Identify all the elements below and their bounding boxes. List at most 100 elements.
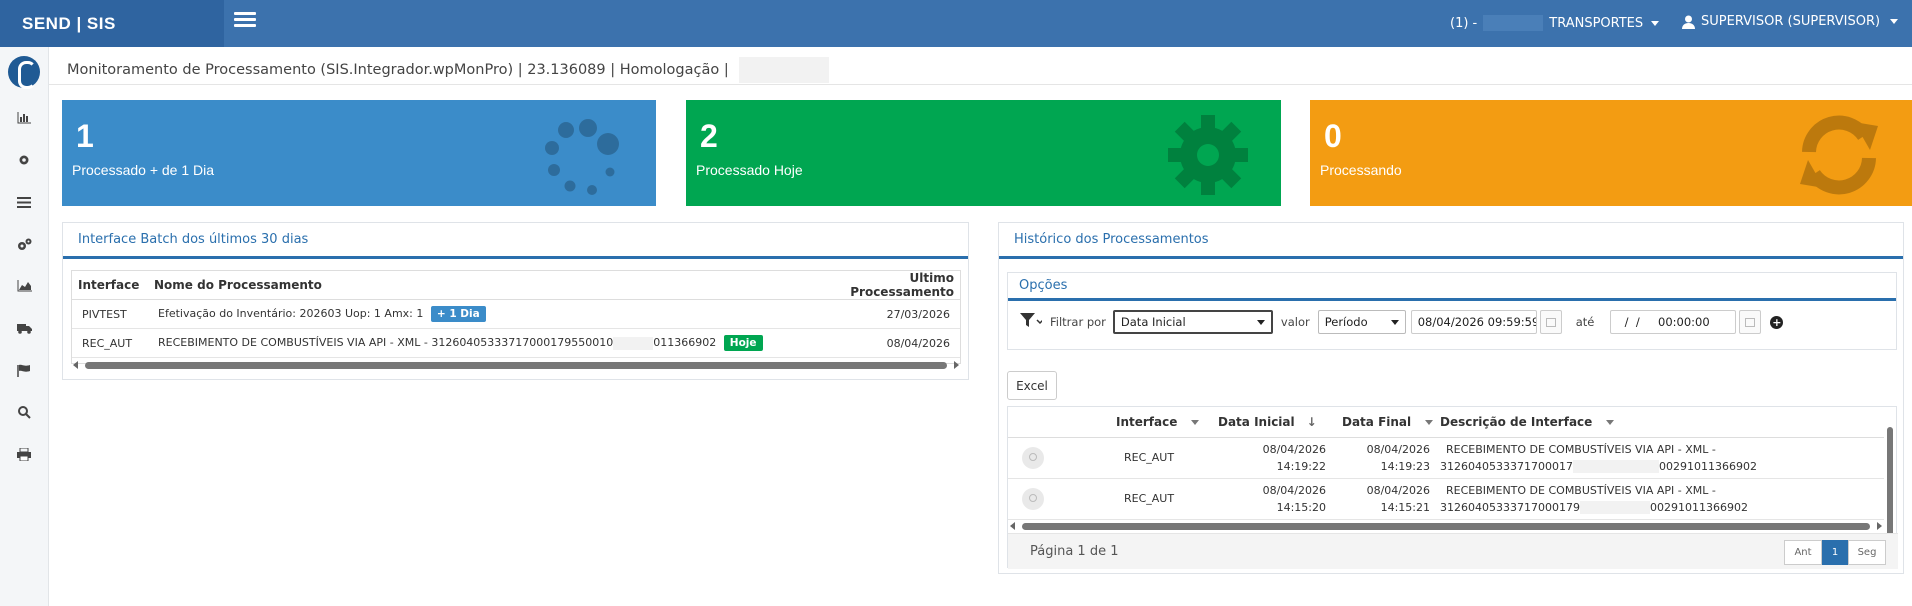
desc-line-1: RECEBIMENTO DE COMBUSTÍVEIS VIA API - XM… <box>1446 442 1716 456</box>
top-bar: SEND | SIS (1) - TRANSPORTES SUPERVISOR … <box>0 0 1912 47</box>
calendar-icon[interactable] <box>1739 310 1762 334</box>
cell-start: 08/04/2026 14:19:22 <box>1218 437 1342 479</box>
bar-chart-icon[interactable] <box>14 109 34 127</box>
brand-logo[interactable]: SEND | SIS <box>0 0 224 47</box>
scroll-left-icon[interactable] <box>1010 522 1015 530</box>
pager-page-button[interactable]: 1 <box>1822 540 1848 565</box>
redacted-block <box>1579 501 1650 514</box>
scroll-thumb[interactable] <box>1887 427 1893 545</box>
scroll-right-icon[interactable] <box>954 361 959 369</box>
history-table-wrapper: Interface Data Inicial ↓ Data Final Descr… <box>1007 406 1898 569</box>
stat-card-older[interactable]: 1 Processado + de 1 Dia <box>62 100 656 206</box>
date-from-input[interactable]: 08/04/2026 09:59:59 <box>1410 310 1537 334</box>
gear-icon <box>1168 115 1248 195</box>
end-date: 08/04/2026 <box>1366 483 1430 497</box>
sort-arrow-down-icon[interactable]: ↓ <box>1307 415 1317 429</box>
cell-desc: RECEBIMENTO DE COMBUSTÍVEIS VIA API - XM… <box>1440 478 1884 520</box>
gears-icon[interactable] <box>14 235 34 253</box>
process-name-suffix: 011366902 <box>653 336 717 349</box>
scroll-thumb[interactable] <box>85 362 947 369</box>
start-date: 08/04/2026 <box>1262 483 1326 497</box>
page-title: Monitoramento de Processamento (SIS.Inte… <box>67 57 829 83</box>
column-header-interface[interactable]: Interface <box>72 271 148 300</box>
horizontal-scrollbar[interactable] <box>1008 521 1884 531</box>
user-menu[interactable]: SUPERVISOR (SUPERVISOR) <box>1682 14 1899 29</box>
status-badge: + 1 Dia <box>430 306 486 322</box>
column-header-name[interactable]: Nome do Processamento <box>148 271 820 300</box>
cell-interface: REC_AUT <box>1116 478 1218 520</box>
search-icon[interactable] <box>14 403 34 421</box>
chevron-down-icon <box>1256 319 1265 325</box>
start-time: 14:19:22 <box>1276 459 1326 473</box>
stat-label: Processando <box>1320 162 1402 178</box>
batch-table-wrapper: Interface Nome do Processamento Ultimo P… <box>71 270 961 364</box>
horizontal-scrollbar[interactable] <box>71 360 961 370</box>
redacted-block <box>613 336 654 350</box>
start-time: 14:15:20 <box>1276 500 1326 514</box>
column-header-start[interactable]: Data Inicial ↓ <box>1218 407 1342 438</box>
start-date: 08/04/2026 <box>1262 442 1326 456</box>
status-badge: Hoje <box>723 335 763 351</box>
filter-field-select[interactable]: Data Inicial <box>1112 310 1273 334</box>
vertical-scrollbar[interactable] <box>1886 421 1894 549</box>
chevron-down-icon <box>1390 319 1399 325</box>
desc-line-2b: 00291011366902 <box>1658 459 1757 473</box>
table-row[interactable]: REC_AUT RECEBIMENTO DE COMBUSTÍVEIS VIA … <box>72 328 960 358</box>
scroll-left-icon[interactable] <box>73 361 78 369</box>
scroll-thumb[interactable] <box>1022 523 1870 530</box>
date-to-input[interactable]: / / 00:00:00 <box>1610 310 1737 334</box>
column-header-last[interactable]: Ultimo Processamento <box>820 271 960 300</box>
cell-end: 08/04/2026 14:15:21 <box>1342 478 1440 520</box>
pager-prev-button[interactable]: Ant <box>1784 540 1822 565</box>
stat-card-today[interactable]: 2 Processado Hoje <box>686 100 1281 206</box>
excel-export-button[interactable]: Excel <box>1007 371 1057 400</box>
cell-desc: RECEBIMENTO DE COMBUSTÍVEIS VIA API - XM… <box>1440 437 1884 479</box>
table-row[interactable]: REC_AUT 08/04/2026 14:15:20 08/04/2026 14:… <box>1008 478 1884 520</box>
period-value: Período <box>1324 315 1368 329</box>
process-name: RECEBIMENTO DE COMBUSTÍVEIS VIA API - XM… <box>158 336 614 349</box>
cell-name: RECEBIMENTO DE COMBUSTÍVEIS VIA API - XM… <box>148 328 820 358</box>
calendar-icon[interactable] <box>1539 310 1562 334</box>
column-header-label: Interface <box>1116 414 1178 429</box>
pager-buttons: Ant 1 Seg <box>1784 540 1886 565</box>
print-icon[interactable] <box>14 445 34 463</box>
cell-last: 08/04/2026 <box>820 328 960 358</box>
column-header-spacer <box>1008 407 1116 438</box>
column-header-desc[interactable]: Descrição de Interface <box>1440 407 1884 438</box>
list-icon[interactable] <box>14 193 34 211</box>
gear-icon[interactable] <box>14 151 34 169</box>
flag-icon[interactable] <box>14 361 34 379</box>
user-name: SUPERVISOR (SUPERVISOR) <box>1701 14 1881 29</box>
table-row[interactable]: REC_AUT 08/04/2026 14:19:22 08/04/2026 14:… <box>1008 437 1884 479</box>
chevron-down-icon[interactable] <box>1606 419 1615 425</box>
table-row[interactable]: PIVTEST Efetivação do Inventário: 202603… <box>72 299 960 329</box>
company-selector[interactable]: (1) - TRANSPORTES <box>1450 15 1660 31</box>
add-filter-icon[interactable]: + <box>1770 315 1784 329</box>
column-header-end[interactable]: Data Final <box>1342 407 1440 438</box>
area-chart-icon[interactable] <box>14 277 34 295</box>
batch-table: Interface Nome do Processamento Ultimo P… <box>72 271 960 358</box>
view-detail-icon[interactable] <box>1022 446 1044 469</box>
stat-card-processing[interactable]: 0 Processando <box>1310 100 1912 206</box>
chevron-down-icon <box>1890 19 1899 24</box>
period-select[interactable]: Período <box>1317 310 1406 334</box>
cell-interface: REC_AUT <box>72 328 148 358</box>
chevron-down-icon[interactable] <box>1191 419 1200 425</box>
app-logo-icon[interactable] <box>8 56 40 89</box>
truck-icon[interactable] <box>14 319 34 337</box>
end-time: 14:15:21 <box>1380 500 1430 514</box>
column-header-interface[interactable]: Interface <box>1116 407 1218 438</box>
company-name: TRANSPORTES <box>1549 15 1644 31</box>
view-detail-icon[interactable] <box>1022 487 1044 510</box>
chevron-down-icon <box>1651 20 1660 26</box>
chevron-down-icon[interactable] <box>1425 419 1434 425</box>
scroll-right-icon[interactable] <box>1877 522 1882 530</box>
stat-value: 2 <box>700 118 718 154</box>
redacted-block <box>1572 460 1659 473</box>
filter-icon[interactable] <box>1020 312 1044 332</box>
table-header-row: Interface Data Inicial ↓ Data Final Descr… <box>1008 407 1884 438</box>
pager-next-button[interactable]: Seg <box>1848 540 1886 565</box>
menu-toggle-icon[interactable] <box>234 12 256 32</box>
cell-interface: REC_AUT <box>1116 437 1218 479</box>
page-title-text: Monitoramento de Processamento (SIS.Inte… <box>67 62 729 78</box>
